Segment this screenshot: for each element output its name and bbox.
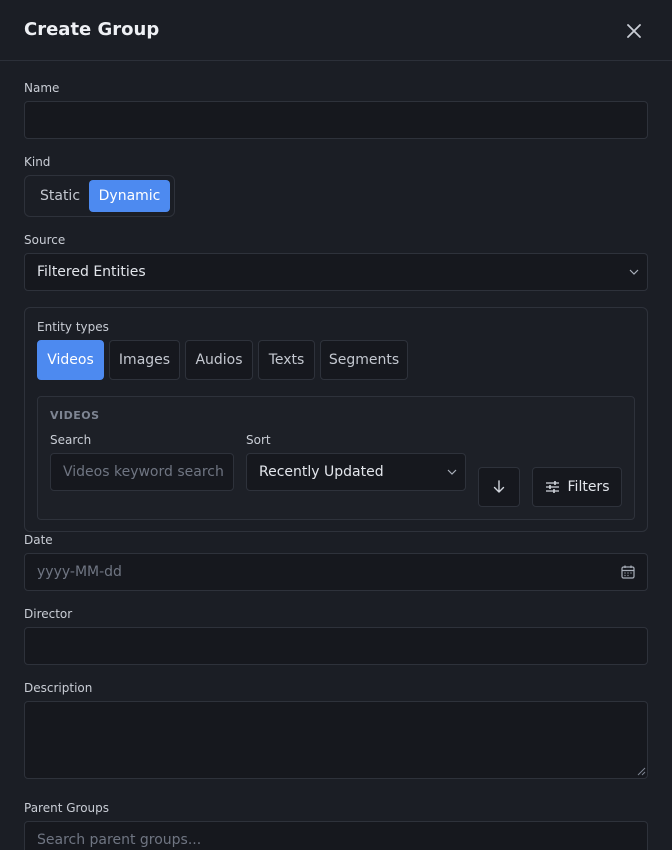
close-button[interactable] <box>622 19 646 43</box>
videos-search-placeholder: Videos keyword search <box>63 464 224 480</box>
kind-option-static[interactable]: Static <box>30 180 90 212</box>
name-input[interactable] <box>24 101 648 139</box>
date-input[interactable]: yyyy-MM-dd <box>24 553 648 591</box>
sort-select[interactable]: Recently Updated <box>246 453 466 491</box>
description-label: Description <box>24 681 93 695</box>
kind-toggle: Static Dynamic <box>24 175 175 217</box>
videos-search-input[interactable]: Videos keyword search <box>50 453 234 491</box>
filters-button[interactable]: Filters <box>532 467 622 507</box>
tab-segments[interactable]: Segments <box>320 340 408 380</box>
tab-videos[interactable]: Videos <box>37 340 104 380</box>
director-input[interactable] <box>24 627 648 665</box>
chevron-down-icon <box>629 269 639 275</box>
search-label: Search <box>50 433 92 447</box>
kind-label: Kind <box>24 155 51 169</box>
dialog-title: Create Group <box>24 19 160 40</box>
kind-option-dynamic[interactable]: Dynamic <box>89 180 170 212</box>
videos-section-title: VIDEOS <box>50 409 100 422</box>
entity-types-label: Entity types <box>37 320 109 334</box>
parent-groups-search-input[interactable]: Search parent groups... <box>24 821 648 850</box>
sort-label: Sort <box>246 433 271 447</box>
tab-audios[interactable]: Audios <box>185 340 253 380</box>
chevron-down-icon <box>447 469 457 475</box>
dialog-header: Create Group <box>0 0 672 61</box>
resize-handle-icon[interactable] <box>637 767 646 776</box>
arrow-down-icon <box>493 480 505 493</box>
date-placeholder: yyyy-MM-dd <box>37 564 122 580</box>
sliders-icon <box>545 481 559 493</box>
calendar-icon[interactable] <box>621 565 635 579</box>
director-label: Director <box>24 607 73 621</box>
tab-texts[interactable]: Texts <box>258 340 315 380</box>
source-value: Filtered Entities <box>37 264 146 280</box>
source-label: Source <box>24 233 66 247</box>
parent-groups-placeholder: Search parent groups... <box>37 832 202 848</box>
description-textarea[interactable] <box>24 701 648 779</box>
tab-images[interactable]: Images <box>109 340 180 380</box>
date-label: Date <box>24 533 53 547</box>
source-select[interactable]: Filtered Entities <box>24 253 648 291</box>
close-icon <box>627 24 641 38</box>
sort-direction-button[interactable] <box>478 467 520 507</box>
name-label: Name <box>24 81 60 95</box>
parent-groups-label: Parent Groups <box>24 801 110 815</box>
filters-label: Filters <box>567 479 610 495</box>
sort-value: Recently Updated <box>259 464 384 480</box>
